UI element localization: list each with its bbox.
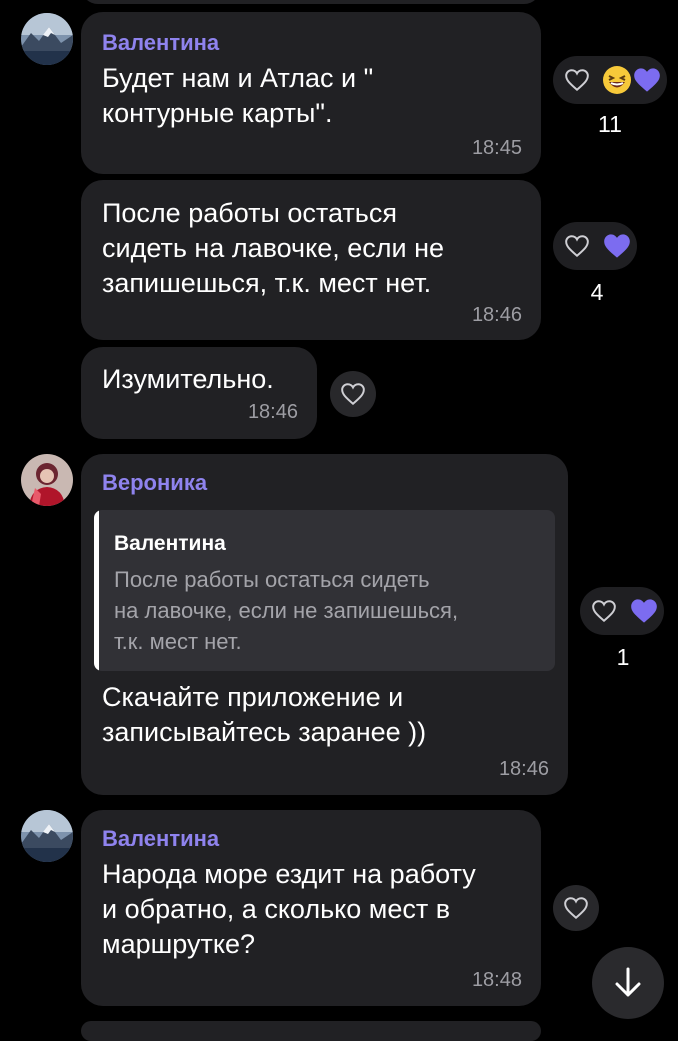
- message-bubble[interactable]: Валентина Народа море ездит на работу и …: [81, 810, 541, 1006]
- message-time: 18:45: [471, 137, 522, 159]
- reply-bar: [94, 510, 99, 671]
- avatar-portrait-image: [21, 454, 73, 506]
- sender-name[interactable]: Валентина: [102, 30, 219, 56]
- message-time: 18:46: [471, 304, 522, 326]
- reply-quote[interactable]: Валентина После работы остаться сидеть н…: [94, 510, 555, 671]
- purple-heart-icon: [631, 599, 657, 623]
- avatar-valentina[interactable]: [21, 810, 73, 862]
- avatar-veronika[interactable]: [21, 454, 73, 506]
- arrow-down-icon: [615, 967, 641, 997]
- sender-name[interactable]: Вероника: [102, 470, 207, 496]
- message-text: Изумительно.: [102, 364, 274, 394]
- heart-outline-icon: [565, 235, 589, 258]
- reply-sender: Валентина: [114, 532, 226, 555]
- heart-outline-icon: [565, 69, 589, 92]
- sender-name[interactable]: Валентина: [102, 826, 219, 852]
- purple-heart-icon: [604, 234, 630, 258]
- reaction-count: 11: [598, 111, 622, 137]
- message-bubble[interactable]: После работы остаться сидеть на лавочке,…: [81, 180, 541, 340]
- heart-outline-icon: [341, 383, 365, 406]
- purple-heart-icon: [634, 68, 660, 92]
- avatar-mountain-image: [21, 13, 73, 65]
- reaction-count: 4: [590, 279, 604, 305]
- message-bubble[interactable]: Вероника Валентина После работы остаться…: [81, 454, 568, 795]
- previous-message-bubble: [81, 0, 541, 4]
- reply-text: После работы остаться сидеть на лавочке,…: [114, 567, 459, 654]
- message-time: 18:46: [247, 401, 298, 423]
- message-time: 18:48: [471, 969, 522, 991]
- message-time: 18:46: [498, 758, 549, 780]
- avatar-valentina[interactable]: [21, 13, 73, 65]
- reaction-pill[interactable]: [553, 222, 637, 270]
- reaction-pill[interactable]: [553, 56, 667, 104]
- message-bubble[interactable]: Изумительно. 18:46: [81, 347, 317, 439]
- heart-outline-icon: [592, 600, 616, 623]
- laughing-emoji-icon: [603, 66, 631, 94]
- message-bubble[interactable]: Валентина Будет нам и Атлас и " контурны…: [81, 12, 541, 174]
- add-reaction-button[interactable]: [330, 371, 376, 417]
- heart-outline-icon: [564, 897, 588, 920]
- next-message-bubble: [81, 1021, 541, 1041]
- message-text: Народа море ездит на работу и обратно, а…: [102, 859, 476, 959]
- message-text: Скачайте приложение и записывайтесь зара…: [102, 682, 427, 747]
- add-reaction-button[interactable]: [553, 885, 599, 931]
- message-text: Будет нам и Атлас и " контурные карты".: [102, 63, 374, 128]
- reaction-pill[interactable]: [580, 587, 664, 635]
- reaction-count: 1: [616, 644, 630, 670]
- scroll-to-bottom-button[interactable]: [592, 947, 664, 1019]
- avatar-mountain-image: [21, 810, 73, 862]
- message-text: После работы остаться сидеть на лавочке,…: [102, 198, 445, 298]
